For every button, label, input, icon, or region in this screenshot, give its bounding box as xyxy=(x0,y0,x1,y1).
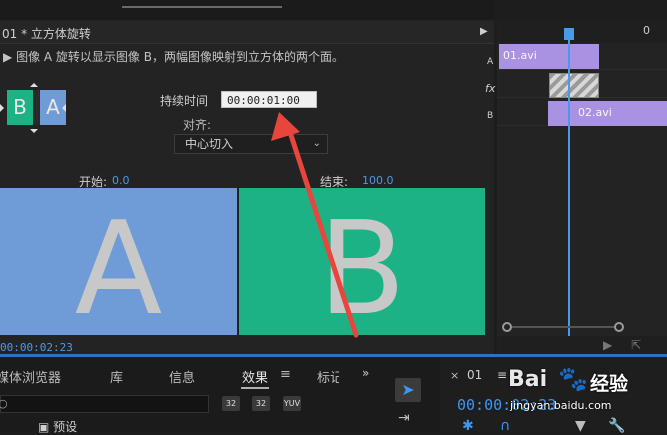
start-preview-a[interactable]: A xyxy=(0,188,237,335)
chevron-down-icon: ⌄ xyxy=(312,138,321,149)
folder-icon: ▣ xyxy=(38,420,50,434)
thumbnail-b: B xyxy=(7,90,33,125)
start-value[interactable]: 0.0 xyxy=(112,174,130,187)
timeline-footer: ▶ ⇱ xyxy=(497,336,667,355)
playhead-line[interactable] xyxy=(568,40,570,336)
watermark-logo: Bai xyxy=(508,367,548,392)
edge-selector-left-icon[interactable] xyxy=(0,104,4,112)
transition-thumbnail: B A xyxy=(7,90,66,125)
preview-letter-a: A xyxy=(74,195,163,336)
track-label-fx: fx xyxy=(485,82,496,95)
edge-selector-right-icon[interactable] xyxy=(62,104,66,112)
track-select-tool-icon[interactable]: ⇥ xyxy=(398,410,410,426)
timeline-zoom-scrollbar[interactable] xyxy=(502,322,662,332)
end-preview-b[interactable]: B xyxy=(239,188,485,335)
end-value[interactable]: 100.0 xyxy=(362,174,394,187)
alignment-select[interactable]: 中心切入 ⌄ xyxy=(174,134,328,154)
close-icon[interactable]: × xyxy=(450,369,459,382)
tab-library[interactable]: 库 xyxy=(110,367,123,386)
watermark-url: jingyan.baidu.com xyxy=(510,399,612,412)
play-transition-icon[interactable]: ▶ xyxy=(480,26,488,37)
effect-title: 01 * 立方体旋转 xyxy=(2,27,91,41)
alignment-value: 中心切入 xyxy=(185,137,234,151)
selection-tool-icon[interactable]: ➤ xyxy=(395,378,421,402)
tab-effects-menu-icon[interactable]: ≡ xyxy=(280,367,291,382)
transition-clip[interactable] xyxy=(549,73,599,98)
marker-icon[interactable]: ▼ xyxy=(575,418,586,434)
scroll-right-handle[interactable] xyxy=(614,322,624,332)
32bit-effects-button[interactable]: 32 xyxy=(252,396,270,411)
sequence-name[interactable]: 01 xyxy=(467,368,482,382)
effects-search-input[interactable]: ○ xyxy=(0,395,209,413)
search-icon: ○ xyxy=(0,397,8,410)
wrench-icon[interactable]: 🔧 xyxy=(608,418,625,434)
description-text: 图像 A 旋转以显示图像 B，两幅图像映射到立方体的两个面。 xyxy=(16,50,344,64)
track-label-a: A xyxy=(487,57,494,67)
clip-01[interactable]: 01.avi xyxy=(499,44,599,69)
duration-label: 持续时间 xyxy=(160,94,209,108)
alignment-label: 对齐: xyxy=(183,118,212,132)
watermark-brand: 经验 xyxy=(590,373,629,395)
effect-description: ▶ 图像 A 旋转以显示图像 B，两幅图像映射到立方体的两个面。 xyxy=(3,48,344,65)
ruler-zero-label: 0 xyxy=(643,24,650,37)
track-label-b: B xyxy=(487,111,494,121)
paw-icon: 🐾 xyxy=(558,365,588,393)
clip-02[interactable]: 02.avi xyxy=(548,101,667,126)
accelerated-effects-button[interactable]: 32 xyxy=(222,396,240,411)
timeline-ruler[interactable] xyxy=(497,21,667,43)
preview-letter-b: B xyxy=(318,195,406,336)
tab-info[interactable]: 信息 xyxy=(169,367,195,386)
active-tab-underline xyxy=(241,387,269,389)
yuv-effects-button[interactable]: YUV xyxy=(283,396,301,411)
tab-markers[interactable]: 标记 xyxy=(317,367,339,386)
edge-selector-top-icon[interactable] xyxy=(30,83,38,87)
list-item[interactable]: ▣ 预设 xyxy=(38,418,77,435)
bottom-tab-bar: 媒体浏览器 库 信息 效果 ≡ 标记 xyxy=(0,362,380,388)
snap-icon[interactable]: ✱ xyxy=(462,418,474,434)
folder-label: 预设 xyxy=(53,420,78,434)
watermark: Bai 🐾 经验 jingyan.baidu.com xyxy=(508,363,666,415)
export-icon[interactable]: ⇱ xyxy=(631,338,641,352)
more-tabs-icon[interactable]: » xyxy=(362,366,369,380)
duration-input[interactable]: 00:00:01:00 xyxy=(221,91,317,108)
linked-selection-icon[interactable]: ∩ xyxy=(500,418,510,434)
play-icon[interactable]: ▶ xyxy=(603,338,612,352)
scroll-left-handle[interactable] xyxy=(502,322,512,332)
tab-effects[interactable]: 效果 xyxy=(242,367,268,386)
playhead-handle[interactable] xyxy=(564,28,574,40)
panel-top-bar xyxy=(0,0,494,20)
sequence-menu-icon[interactable]: ≡ xyxy=(497,368,507,382)
edge-selector-bottom-icon[interactable] xyxy=(30,129,38,133)
current-timecode[interactable]: 00:00:02:23 xyxy=(0,341,73,354)
play-preview-icon[interactable]: ▶ xyxy=(3,50,12,64)
tab-media-browser[interactable]: 媒体浏览器 xyxy=(0,367,61,386)
